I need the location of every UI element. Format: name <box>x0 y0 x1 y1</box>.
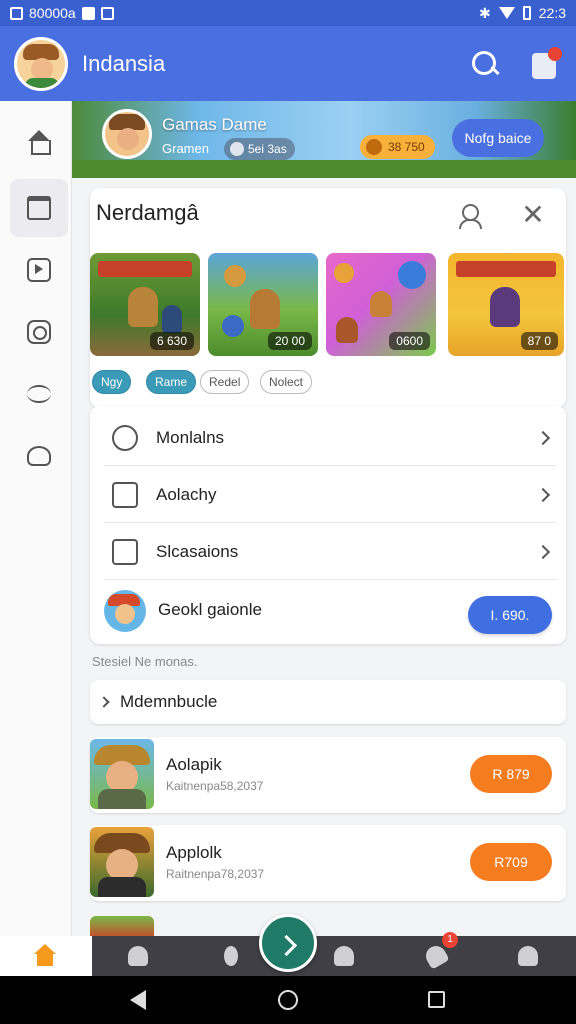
battery-icon <box>522 6 531 20</box>
home-icon <box>27 130 51 155</box>
calendar-icon <box>27 196 51 220</box>
filter-chip[interactable]: Rame <box>146 370 197 394</box>
thumbnail-tag: 87 0 <box>520 332 558 350</box>
document-icon <box>112 481 138 508</box>
game-subtitle: Kaitnenpa58,2037 <box>166 779 264 793</box>
wifi-icon <box>498 7 515 19</box>
home-circle-icon[interactable] <box>278 990 298 1010</box>
action-button[interactable]: I. 690. <box>468 596 552 634</box>
list-item[interactable] <box>90 916 154 938</box>
status-left-text: 80000a <box>29 5 76 21</box>
menu-item-label: Monlalns <box>156 427 225 447</box>
sidebar-item-home[interactable] <box>10 113 68 171</box>
game-image <box>90 739 154 809</box>
settings-icon <box>112 424 138 451</box>
sidebar-item-calendar[interactable] <box>10 179 68 237</box>
avatar <box>104 590 146 632</box>
banner-title: Gamas Dame <box>162 115 267 134</box>
profile-banner: Gamas Dame Gramen 5ei 3as 38 750 Nofg ba… <box>72 101 576 178</box>
bluetooth-icon: ✱ <box>479 4 491 21</box>
notification-icon <box>10 6 23 20</box>
menu-item-monlalns[interactable]: Monlalns <box>104 410 556 466</box>
section-title: Nerdamgâ <box>96 200 199 225</box>
sidebar-item-community[interactable] <box>10 427 68 485</box>
back-icon[interactable] <box>130 990 146 1010</box>
menu-item-aolachy[interactable]: Aolachy <box>104 467 556 523</box>
sidebar <box>0 101 72 936</box>
app-title: Indansia <box>82 50 166 76</box>
user-icon[interactable] <box>456 202 482 229</box>
sidebar-item-video[interactable] <box>10 241 68 299</box>
expander[interactable]: Mdemnbucle <box>90 680 566 724</box>
filter-chip[interactable]: Ngy <box>92 370 132 394</box>
notification-dot <box>548 46 562 61</box>
game-name: Applolk <box>166 843 222 862</box>
expander-label: Mdemnbucle <box>120 692 218 711</box>
nav-badge: 1 <box>442 932 458 948</box>
nav-home[interactable] <box>0 936 92 976</box>
app-icon <box>100 6 114 20</box>
nav-profile-icon[interactable] <box>224 946 238 966</box>
menu-item-label: Aolachy <box>156 484 217 504</box>
thumbnail-tag: 20 00 <box>267 332 312 350</box>
price-button[interactable]: R 879 <box>470 755 552 793</box>
menu-footer-label: Geokl gaionle <box>158 600 262 619</box>
search-icon[interactable] <box>470 49 500 79</box>
system-nav-bar <box>0 976 576 1024</box>
menu-item-slcasaions[interactable]: Slcasaions <box>104 524 556 580</box>
list-caption: Stesiel Ne monas. <box>92 654 198 669</box>
banner-avatar[interactable] <box>102 109 152 159</box>
filter-chip[interactable]: Nolect <box>260 370 313 394</box>
sidebar-item-camera[interactable] <box>10 303 68 361</box>
gallery-icon <box>81 6 95 20</box>
video-icon <box>27 258 51 282</box>
game-subtitle: Raitnenpa78,2037 <box>166 867 265 881</box>
game-thumbnail[interactable]: 0600 <box>326 253 436 356</box>
nav-trophy-icon[interactable] <box>128 946 148 966</box>
app-bar: Indansia <box>0 26 576 101</box>
status-time: 22:3 <box>538 5 566 21</box>
thumbnail-tag: 0600 <box>389 332 430 350</box>
home-icon <box>34 944 56 966</box>
chevron-right-icon <box>98 696 110 708</box>
game-thumbnail[interactable]: 20 00 <box>208 253 318 356</box>
community-icon <box>27 446 51 466</box>
camera-icon <box>27 320 51 344</box>
banner-subtitle: Gramen <box>162 141 209 156</box>
menu-item-label: Slcasaions <box>156 541 239 561</box>
game-thumbnail[interactable]: 87 0 <box>448 253 564 356</box>
close-icon[interactable]: ✕ <box>520 201 546 229</box>
package-icon <box>112 538 138 565</box>
game-image <box>90 827 154 897</box>
price-button[interactable]: R709 <box>470 843 552 881</box>
list-item[interactable]: Aolapik Kaitnenpa58,2037 R 879 <box>90 737 566 813</box>
sidebar-item-layers[interactable] <box>10 365 68 423</box>
fab-button[interactable] <box>259 914 317 972</box>
filter-chip[interactable]: Redel <box>200 370 250 394</box>
list-item[interactable]: Applolk Raitnenpa78,2037 R709 <box>90 825 566 901</box>
chevron-right-icon <box>535 544 551 559</box>
coin-balance: 38 750 <box>360 135 435 159</box>
thumbnail-tag: 6 630 <box>149 332 194 350</box>
game-thumbnail[interactable]: 6 630 <box>90 253 200 356</box>
status-bar: 80000a ✱ 22:3 <box>0 0 576 26</box>
chevron-right-icon <box>535 430 551 445</box>
nav-lock-icon[interactable] <box>334 946 354 966</box>
recents-icon[interactable] <box>428 991 445 1008</box>
banner-button[interactable]: Nofg baice <box>452 119 544 157</box>
layers-icon <box>27 385 51 403</box>
chevron-right-icon <box>535 487 551 502</box>
game-name: Aolapik <box>166 755 222 774</box>
nav-account-icon[interactable] <box>518 946 538 966</box>
user-avatar[interactable] <box>14 36 68 91</box>
notification-bell-icon[interactable] <box>530 46 562 81</box>
banner-pill: 5ei 3as <box>224 138 295 160</box>
